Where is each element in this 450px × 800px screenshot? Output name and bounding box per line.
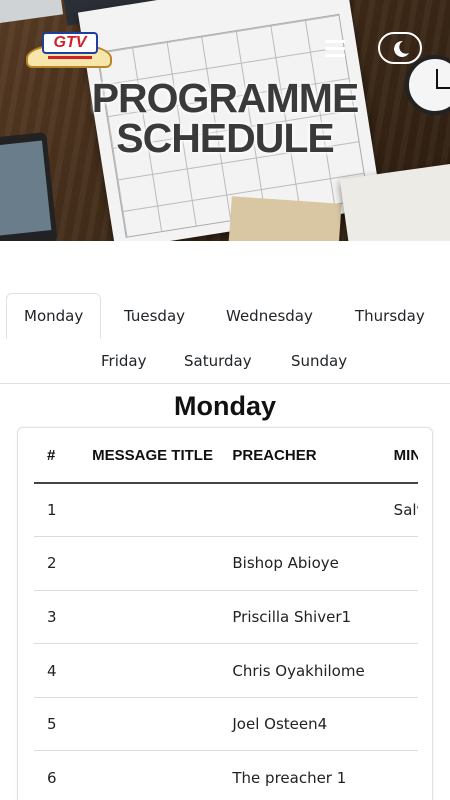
day-tabs: Monday Tuesday Wednesday Thursday Friday… bbox=[0, 293, 450, 384]
table-row: 1 Salvation Ministries bbox=[34, 483, 418, 538]
day-heading: Monday bbox=[173, 391, 276, 421]
table-header-row: # MESSAGE TITLE PREACHER MINISTRY bbox=[34, 428, 418, 484]
row-number: 1 bbox=[34, 483, 93, 538]
night-mode-toggle[interactable] bbox=[378, 32, 422, 64]
row-preacher: Bishop Abioye bbox=[232, 536, 394, 591]
row-message-title bbox=[92, 697, 233, 752]
tab-saturday[interactable]: Saturday bbox=[184, 352, 252, 370]
row-message-title bbox=[92, 536, 233, 591]
row-ministry bbox=[393, 590, 418, 645]
row-number: 5 bbox=[34, 697, 93, 752]
row-ministry: Salvation Ministries bbox=[393, 483, 418, 538]
tab-tuesday[interactable]: Tuesday bbox=[124, 307, 185, 325]
row-ministry bbox=[393, 536, 418, 591]
row-message-title bbox=[92, 750, 233, 800]
row-number: 4 bbox=[34, 643, 93, 698]
schedule-table-scroll[interactable]: # MESSAGE TITLE PREACHER MINISTRY 1 Salv… bbox=[34, 428, 418, 800]
row-ministry bbox=[393, 750, 418, 800]
tab-sunday[interactable]: Sunday bbox=[291, 352, 347, 370]
row-preacher: The preacher 1 bbox=[232, 750, 394, 800]
row-message-title bbox=[92, 643, 233, 698]
schedule-table: # MESSAGE TITLE PREACHER MINISTRY 1 Salv… bbox=[34, 428, 418, 800]
tab-friday[interactable]: Friday bbox=[101, 352, 146, 370]
hamburger-menu-icon[interactable] bbox=[325, 40, 347, 58]
page-title: PROGRAMME SCHEDULE bbox=[0, 75, 450, 161]
column-header-ministry: MINISTRY bbox=[393, 428, 418, 484]
schedule-card: # MESSAGE TITLE PREACHER MINISTRY 1 Salv… bbox=[17, 427, 433, 800]
row-ministry bbox=[393, 643, 418, 698]
row-number: 2 bbox=[34, 536, 93, 591]
night-mode-icon bbox=[394, 40, 409, 57]
row-ministry bbox=[393, 697, 418, 752]
row-number: 6 bbox=[34, 750, 93, 800]
logo-text: GTV bbox=[42, 32, 98, 54]
hero-banner: PROGRAMME SCHEDULE GTV bbox=[0, 0, 450, 241]
row-preacher: Priscilla Shiver1 bbox=[232, 590, 394, 645]
tab-thursday[interactable]: Thursday bbox=[355, 307, 425, 325]
tab-wednesday[interactable]: Wednesday bbox=[226, 307, 313, 325]
table-row: 4 Chris Oyakhilome bbox=[34, 643, 418, 698]
row-preacher: Chris Oyakhilome bbox=[232, 643, 394, 698]
column-header-preacher: PREACHER bbox=[232, 428, 394, 484]
row-preacher bbox=[232, 483, 394, 538]
table-row: 2 Bishop Abioye bbox=[34, 536, 418, 591]
column-header-message-title: MESSAGE TITLE bbox=[92, 428, 233, 484]
page-title-line2: SCHEDULE bbox=[116, 115, 335, 161]
site-logo[interactable]: GTV bbox=[26, 28, 114, 70]
page-title-line1: PROGRAMME bbox=[91, 75, 360, 121]
row-message-title bbox=[92, 590, 233, 645]
paper-image bbox=[228, 196, 342, 241]
row-message-title bbox=[92, 483, 233, 538]
row-number: 3 bbox=[34, 590, 93, 645]
logo-underline bbox=[48, 56, 92, 59]
table-row: 3 Priscilla Shiver1 bbox=[34, 590, 418, 645]
table-row: 6 The preacher 1 bbox=[34, 750, 418, 800]
column-header-number: # bbox=[34, 428, 93, 484]
tab-monday[interactable]: Monday bbox=[6, 293, 102, 339]
row-preacher: Joel Osteen4 bbox=[232, 697, 394, 752]
table-row: 5 Joel Osteen4 bbox=[34, 697, 418, 752]
